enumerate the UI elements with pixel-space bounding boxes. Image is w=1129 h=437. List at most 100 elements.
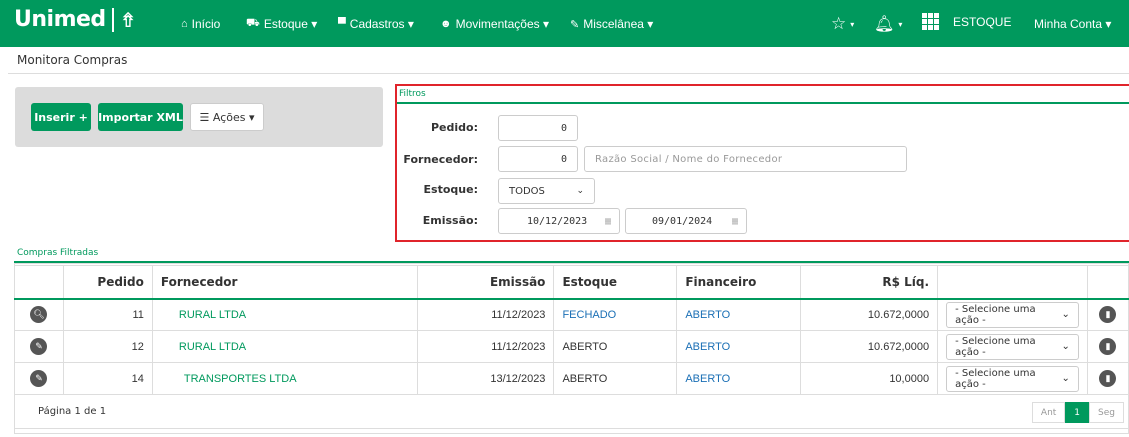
document-icon[interactable]: ▮: [1099, 338, 1117, 355]
col-estoque-header[interactable]: Estoque: [553, 265, 678, 299]
cell-estoque: ABERTO: [553, 330, 678, 363]
next-page-button[interactable]: Seg: [1089, 402, 1124, 423]
page-1-button[interactable]: 1: [1065, 402, 1090, 423]
box-icon: ⛟: [246, 17, 260, 29]
page-info: Página 1 de 1: [38, 406, 107, 417]
table-section-title: Compras Filtradas: [17, 248, 99, 258]
pedido-label: Pedido:: [431, 121, 478, 134]
document-icon[interactable]: ▮: [1099, 370, 1117, 387]
import-xml-button[interactable]: Importar XML: [98, 103, 183, 131]
title-divider: [8, 73, 1129, 74]
col-icon-header: [14, 265, 64, 299]
nav-miscelanea-label: Miscelânea ▾: [583, 17, 654, 31]
col-action-header: [937, 265, 1088, 299]
row-action-select[interactable]: - Selecione uma ação - ⌄: [946, 301, 1079, 328]
notifications-bell-icon[interactable]: 🔔︎ ▾: [874, 14, 902, 34]
col-liquido-header[interactable]: R$ Líq.: [800, 265, 939, 299]
actions-menu-button[interactable]: ☰ Ações ▾: [190, 103, 264, 131]
fornecedor-code-input[interactable]: 0: [498, 146, 578, 172]
col-financeiro-header[interactable]: Financeiro: [676, 265, 802, 299]
filters-divider: [397, 102, 1129, 104]
account-label: Minha Conta ▾: [1034, 17, 1112, 31]
row-action-select[interactable]: - Selecione uma ação - ⌄: [946, 333, 1079, 360]
cell-fornecedor[interactable]: TRANSPORTES LTDA: [151, 362, 418, 395]
cell-pedido: 14: [62, 362, 153, 395]
actions-menu-label: Ações ▾: [212, 110, 255, 124]
cell-financeiro[interactable]: ABERTO: [676, 362, 802, 395]
unimed-logo[interactable]: Unimed ⇮: [14, 7, 136, 32]
col-doc-header: [1086, 265, 1129, 299]
nav-cadastros[interactable]: ▀ Cadastros ▾: [338, 17, 414, 31]
document-icon[interactable]: ▮: [1099, 306, 1117, 324]
row-action-label: - Selecione uma ação -: [955, 303, 1036, 326]
fornecedor-label: Fornecedor:: [403, 153, 478, 166]
unimed-mark-icon: ⇮: [119, 7, 137, 32]
row-action-label: - Selecione uma ação -: [955, 367, 1036, 390]
cell-financeiro[interactable]: ABERTO: [676, 330, 802, 363]
favorites-star-icon[interactable]: ☆ ▾: [831, 14, 854, 34]
nav-cadastros-label: Cadastros ▾: [349, 17, 414, 31]
emissao-start-input[interactable]: 10/12/2023 ▦: [498, 208, 620, 234]
calendar-icon[interactable]: ▦: [732, 216, 738, 227]
col-emissao-header[interactable]: Emissão: [416, 265, 555, 299]
estoque-select[interactable]: TODOS ⌄: [498, 178, 595, 204]
nav-movimentacoes[interactable]: ☻ Movimentações ▾: [440, 17, 549, 31]
nav-inicio[interactable]: ⌂ Início: [181, 17, 220, 31]
insert-button[interactable]: Inserir +: [31, 103, 91, 131]
module-label: ESTOQUE: [953, 14, 1012, 29]
emissao-start-value: 10/12/2023: [527, 215, 588, 227]
cell-fornecedor[interactable]: RURAL LTDA: [151, 298, 418, 331]
filters-title: Filtros: [399, 89, 426, 99]
nav-estoque[interactable]: ⛟ Estoque ▾: [246, 17, 317, 31]
cell-pedido: 12: [62, 330, 153, 363]
pagination: Ant 1 Seg: [1031, 402, 1124, 423]
nav-inicio-label: Início: [191, 17, 221, 31]
cell-emissao: 11/12/2023: [416, 298, 555, 331]
cell-estoque[interactable]: FECHADO: [553, 298, 678, 331]
emissao-end-input[interactable]: 09/01/2024 ▦: [625, 208, 747, 234]
chevron-down-icon: ⌄: [1061, 373, 1070, 384]
module-switcher[interactable]: ESTOQUE: [922, 13, 1011, 30]
top-navbar: Unimed ⇮ ⌂ Início ⛟ Estoque ▾ ▀ Cadastro…: [0, 0, 1129, 47]
nav-miscelanea[interactable]: ✎ Miscelânea ▾: [570, 17, 653, 31]
logo-divider: [111, 7, 114, 32]
estoque-label: Estoque:: [423, 183, 478, 196]
cell-pedido: 11: [62, 298, 153, 331]
purchases-table: Pedido Fornecedor Emissão Estoque Financ…: [14, 265, 1129, 429]
cell-liquido: 10.672,0000: [800, 330, 939, 363]
cell-liquido: 10.672,0000: [800, 298, 939, 331]
estoque-select-value: TODOS: [509, 185, 545, 197]
cell-financeiro[interactable]: ABERTO: [676, 298, 802, 331]
emissao-end-value: 09/01/2024: [652, 215, 713, 227]
cell-emissao: 11/12/2023: [416, 330, 555, 363]
page-title: Monitora Compras: [17, 53, 128, 67]
cell-estoque: ABERTO: [553, 362, 678, 395]
prev-page-button[interactable]: Ant: [1031, 402, 1066, 423]
row-action-label: - Selecione uma ação -: [955, 335, 1036, 358]
calendar-icon[interactable]: ▦: [605, 216, 611, 227]
account-menu[interactable]: Minha Conta ▾: [1034, 17, 1111, 31]
apps-grid-icon: [922, 13, 939, 30]
cell-liquido: 10,0000: [800, 362, 939, 395]
chevron-down-icon: ⌄: [1061, 309, 1070, 321]
search-icon[interactable]: 🔍︎: [30, 306, 48, 324]
col-fornecedor-header[interactable]: Fornecedor: [151, 265, 418, 299]
home-icon: ⌂: [181, 18, 188, 30]
nav-estoque-label: Estoque ▾: [263, 17, 318, 31]
cell-fornecedor[interactable]: RURAL LTDA: [151, 330, 418, 363]
nav-movimentacoes-label: Movimentações ▾: [455, 17, 549, 31]
fornecedor-name-input[interactable]: Razão Social / Nome do Fornecedor: [584, 146, 907, 172]
wrench-icon: ✎: [570, 18, 580, 31]
table-header-row: Pedido Fornecedor Emissão Estoque Financ…: [14, 265, 1129, 299]
pencil-icon[interactable]: ✎: [30, 370, 48, 387]
table-row: ✎ 14 TRANSPORTES LTDA 13/12/2023 ABERTO …: [14, 362, 1129, 395]
table-row: 🔍︎ 11 RURAL LTDA 11/12/2023 FECHADO ABER…: [14, 298, 1129, 331]
pencil-icon[interactable]: ✎: [30, 338, 48, 355]
user-icon: ☻: [440, 18, 452, 30]
pagination-row: Página 1 de 1 Ant 1 Seg: [14, 394, 1129, 429]
table-row: ✎ 12 RURAL LTDA 11/12/2023 ABERTO ABERTO…: [14, 330, 1129, 363]
cell-emissao: 13/12/2023: [416, 362, 555, 395]
col-pedido-header[interactable]: Pedido: [62, 265, 153, 299]
row-action-select[interactable]: - Selecione uma ação - ⌄: [946, 365, 1079, 392]
pedido-input[interactable]: 0: [498, 115, 578, 141]
